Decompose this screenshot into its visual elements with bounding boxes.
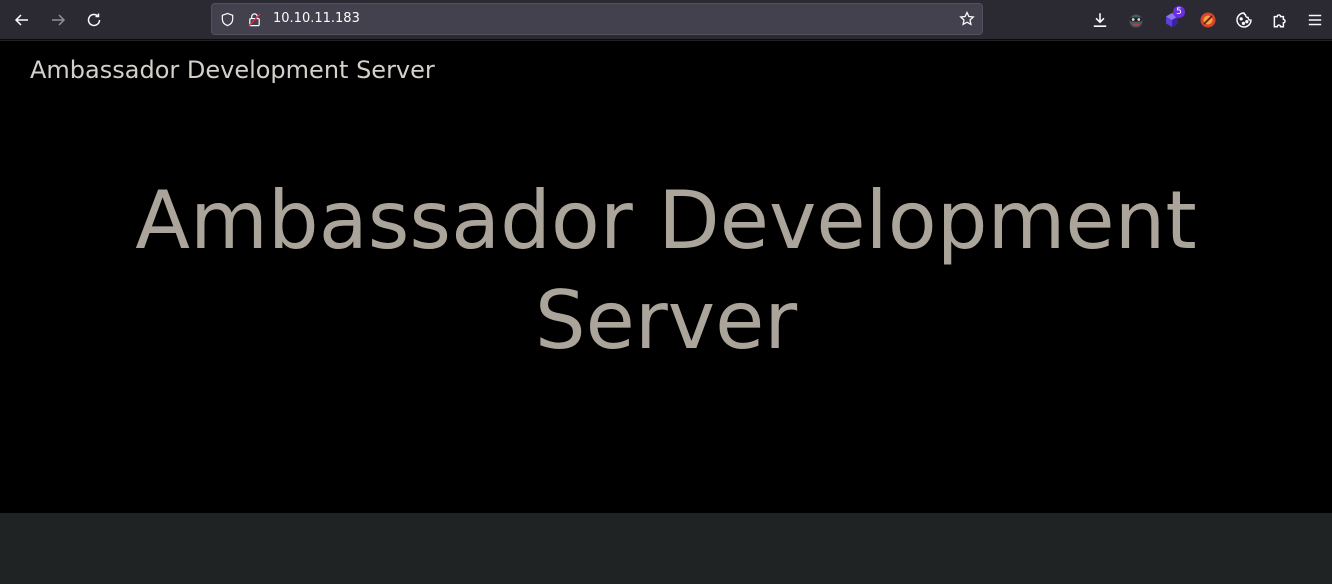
extension-red-icon <box>1200 12 1216 28</box>
hero-heading: Ambassador Development Server <box>0 171 1332 371</box>
cookie-button[interactable] <box>1230 6 1258 34</box>
download-icon <box>1093 13 1107 27</box>
extension-red-button[interactable] <box>1194 6 1222 34</box>
hero-heading-line1: Ambassador Development <box>135 174 1197 267</box>
forward-arrow-icon <box>52 14 66 26</box>
cookie-icon <box>1236 12 1252 28</box>
page-content: Ambassador Development Server Ambassador… <box>0 41 1332 513</box>
url-text[interactable]: 10.10.11.183 <box>273 11 360 27</box>
url-bar[interactable]: 10.10.11.183 <box>211 3 983 35</box>
insecure-lock-icon[interactable] <box>246 11 262 27</box>
downloads-button[interactable] <box>1086 6 1114 34</box>
forward-button[interactable] <box>42 4 74 36</box>
reload-button[interactable] <box>78 4 110 36</box>
hero-heading-line2: Server <box>534 274 798 367</box>
site-brand[interactable]: Ambassador Development Server <box>30 55 435 85</box>
reload-icon <box>87 13 101 27</box>
bookmark-star-icon[interactable] <box>959 11 975 27</box>
puzzle-icon <box>1273 14 1286 28</box>
extension-cube-button[interactable]: 5 <box>1158 6 1186 34</box>
extension-badge: 5 <box>1173 6 1185 18</box>
page-footer-area <box>0 513 1332 584</box>
shield-icon[interactable] <box>219 11 235 27</box>
app-menu-button[interactable] <box>1301 6 1329 34</box>
extensions-button[interactable] <box>1266 6 1294 34</box>
menu-icon <box>1308 14 1322 26</box>
back-button[interactable] <box>6 4 38 36</box>
browser-toolbar: 10.10.11.183 5 <box>0 0 1332 40</box>
back-arrow-icon <box>14 14 28 26</box>
extension-mask-button[interactable] <box>1122 6 1150 34</box>
extension-mask-icon <box>1129 14 1143 28</box>
